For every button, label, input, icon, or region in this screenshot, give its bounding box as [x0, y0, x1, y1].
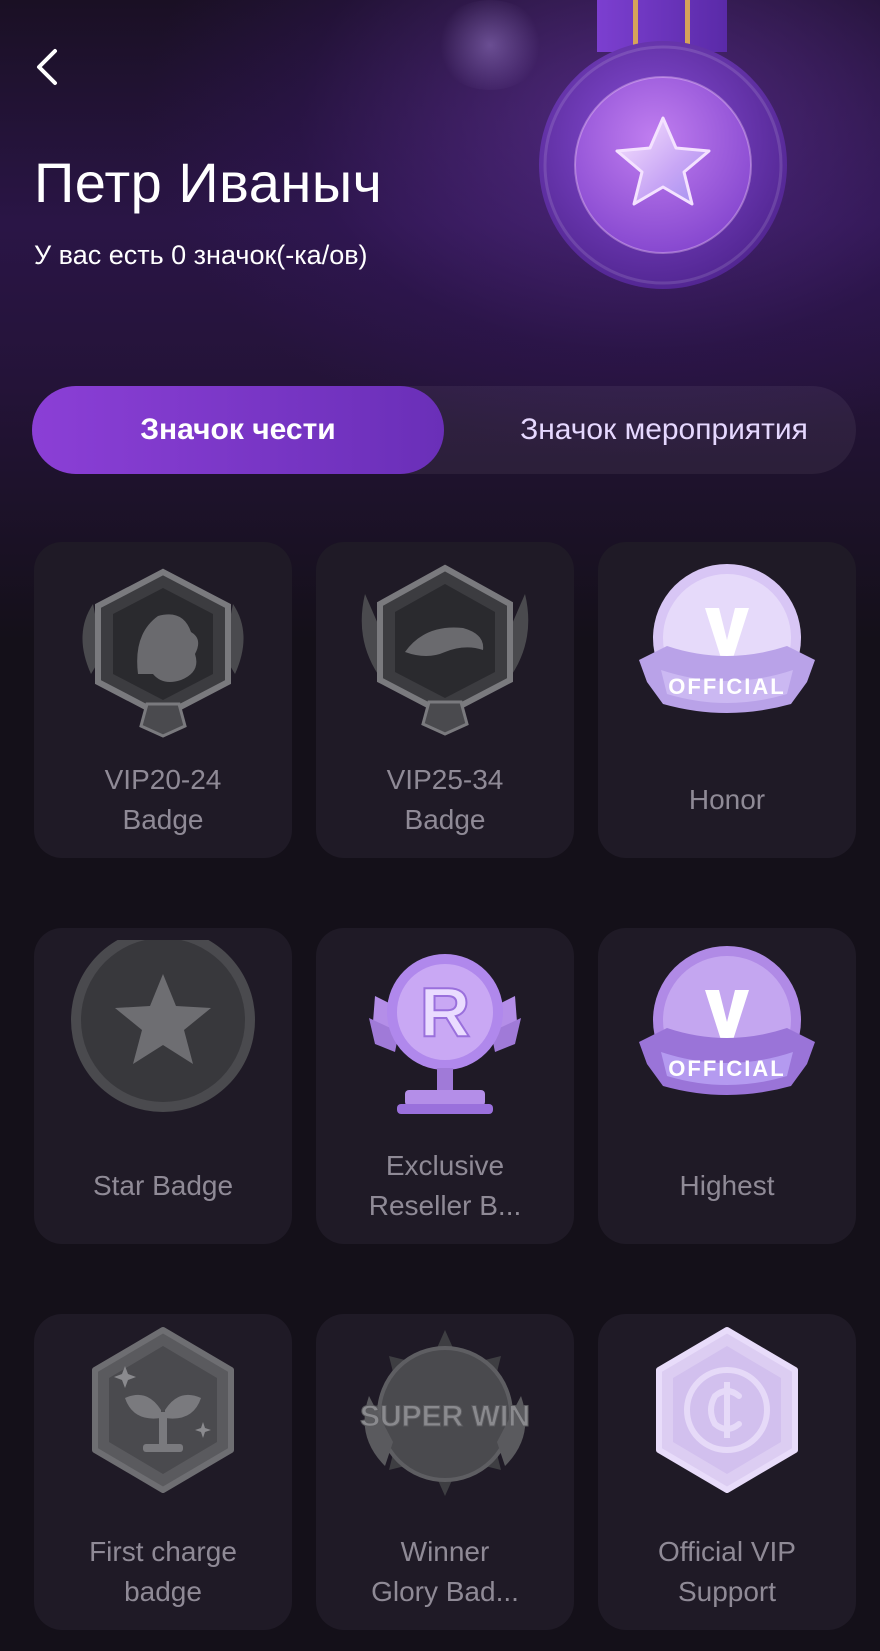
badge-label: Star Badge	[92, 1170, 234, 1201]
badge-label: Badge	[404, 804, 486, 835]
badge-label: VIP25-34	[386, 764, 504, 795]
reseller-letter: R	[420, 973, 471, 1051]
badge-card-vip20-24[interactable]: VIP20-24 Badge	[34, 542, 292, 858]
official-v-icon: OFFICIAL	[639, 564, 815, 713]
official-ribbon-text: OFFICIAL	[668, 1056, 785, 1081]
chevron-left-icon	[37, 49, 57, 85]
badge-label: Winner	[400, 1536, 490, 1567]
badge-label: VIP20-24	[104, 764, 222, 795]
badge-card-official-vip-support[interactable]: Official VIP Support	[598, 1314, 856, 1630]
sprout-hexagon-icon	[92, 1327, 234, 1493]
lion-shield-icon	[82, 568, 244, 738]
coin-hexagon-icon	[656, 1327, 798, 1493]
badge-label: Official VIP	[658, 1536, 796, 1567]
user-name: Петр Иваныч	[34, 151, 383, 214]
back-button[interactable]	[28, 42, 68, 92]
badge-label: Support	[677, 1576, 777, 1607]
super-win-text: SUPER WIN	[360, 1400, 530, 1433]
badge-card-exclusive-reseller[interactable]: R Exclusive Reseller B...	[316, 928, 574, 1244]
badge-count-text: У вас есть 0 значок(-ка/ов)	[34, 240, 368, 270]
badge-tabs: Значок чести Значок мероприятия	[32, 386, 856, 474]
badge-label: Badge	[122, 804, 204, 835]
badge-label: Honor	[688, 784, 766, 815]
super-win-icon: SUPER WIN	[359, 1330, 531, 1496]
badge-label: Glory Bad...	[371, 1576, 519, 1607]
tab-event-badge[interactable]: Значок мероприятия	[472, 386, 856, 474]
badge-label: Highest	[679, 1170, 775, 1201]
badge-card-vip25-34[interactable]: VIP25-34 Badge	[316, 542, 574, 858]
badge-card-first-charge[interactable]: First charge badge	[34, 1314, 292, 1630]
panther-shield-icon	[361, 564, 529, 736]
badge-card-highest[interactable]: OFFICIAL Highest	[598, 928, 856, 1244]
official-v-icon: OFFICIAL	[639, 946, 815, 1095]
star-medal-icon	[71, 940, 255, 1112]
official-ribbon-text: OFFICIAL	[668, 674, 785, 699]
tab-honor-badge[interactable]: Значок чести	[32, 386, 444, 474]
badge-card-winner-glory[interactable]: SUPER WIN Winner Glory Bad...	[316, 1314, 574, 1630]
medal-star-icon	[539, 0, 787, 289]
badge-card-star[interactable]: Star Badge	[34, 928, 292, 1244]
badge-label: badge	[124, 1576, 202, 1607]
decorative-glow	[435, 0, 545, 90]
reseller-trophy-icon: R	[369, 954, 521, 1114]
badge-label: First charge	[89, 1536, 237, 1567]
badge-label: Reseller B...	[368, 1190, 522, 1221]
badge-label: Exclusive	[385, 1150, 505, 1181]
badge-card-honor[interactable]: OFFICIAL Honor	[598, 542, 856, 858]
